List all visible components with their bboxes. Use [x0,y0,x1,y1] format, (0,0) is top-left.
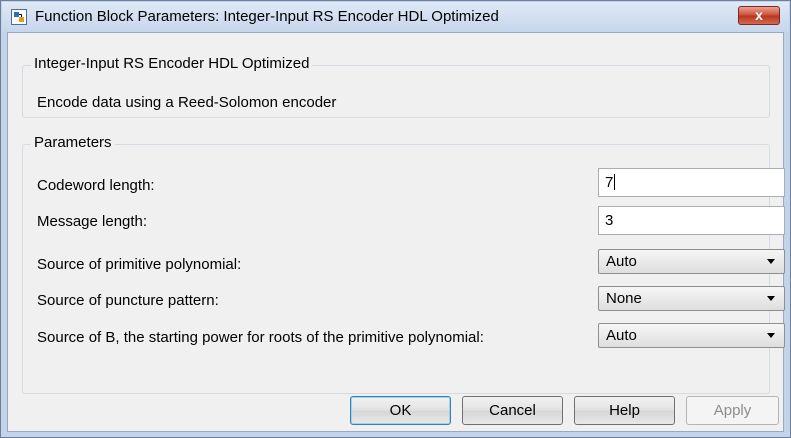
b-source-select[interactable]: Auto [598,323,785,348]
b-source-label: Source of B, the starting power for root… [37,329,484,346]
block-description: Encode data using a Reed-Solomon encoder [37,94,337,111]
help-button[interactable]: Help [574,396,675,425]
codeword-length-value: 7 [605,174,614,191]
chevron-down-icon [767,333,775,338]
message-length-input[interactable]: 3 [598,206,785,235]
codeword-length-label: Codeword length: [37,177,155,194]
dialog-body: Integer-Input RS Encoder HDL Optimized E… [7,32,785,432]
primitive-polynomial-source-select[interactable]: Auto [598,249,785,274]
puncture-pattern-source-select[interactable]: None [598,286,785,311]
primitive-polynomial-source-label: Source of primitive polynomial: [37,256,242,273]
title-bar[interactable]: Function Block Parameters: Integer-Input… [2,2,789,32]
parameters-heading: Parameters [31,134,115,151]
message-length-value: 3 [605,212,614,229]
cancel-button[interactable]: Cancel [462,396,563,425]
chevron-down-icon [767,259,775,264]
block-name-heading: Integer-Input RS Encoder HDL Optimized [31,55,313,72]
ok-button[interactable]: OK [350,396,451,425]
message-length-label: Message length: [37,213,148,230]
close-icon: x [755,7,763,23]
primitive-polynomial-source-value: Auto [606,253,637,270]
close-button[interactable]: x [738,6,780,25]
b-source-value: Auto [606,327,637,344]
text-caret [614,174,616,190]
puncture-pattern-source-label: Source of puncture pattern: [37,292,219,309]
chevron-down-icon [767,296,775,301]
puncture-pattern-source-value: None [606,290,642,307]
codeword-length-input[interactable]: 7 [598,168,785,197]
window-title: Function Block Parameters: Integer-Input… [35,8,499,25]
dialog-window: Function Block Parameters: Integer-Input… [0,0,791,438]
apply-button[interactable]: Apply [686,396,779,425]
simulink-block-icon [11,9,27,25]
